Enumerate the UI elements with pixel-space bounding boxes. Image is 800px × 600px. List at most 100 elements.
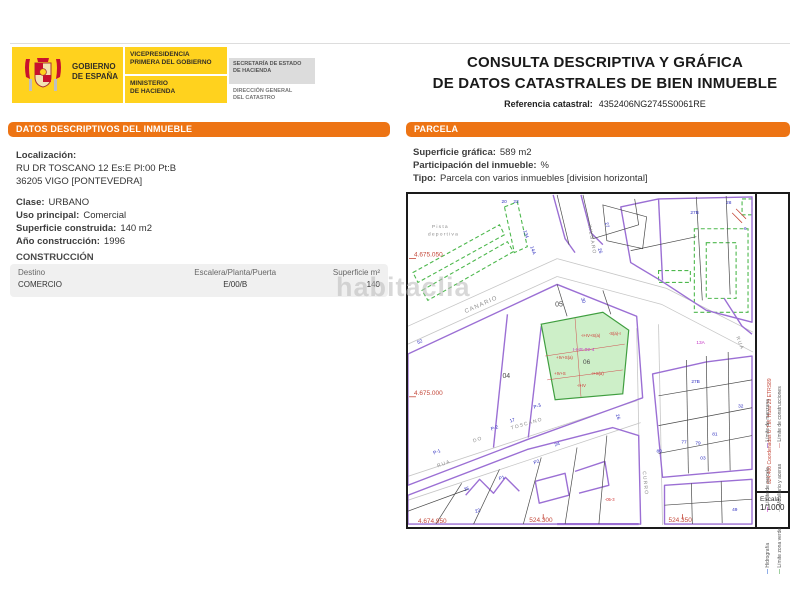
cadastral-map: CANARIOXILGARORUADOTOSCANOCURRORUAPistad… [408, 194, 753, 527]
map-label: 27 [603, 222, 610, 229]
legend-item: — Límite zona verde [777, 528, 783, 574]
map-label: 06 [583, 359, 591, 366]
map-label: 524.350 [668, 517, 692, 524]
legend-line-sample: — [765, 506, 771, 512]
legend-item-label: Límite de parcela [765, 467, 771, 505]
map-label: 79 [695, 441, 701, 447]
ministerio-line1: MINISTERIO [130, 80, 226, 88]
map-label: -I+S(a) [591, 371, 604, 376]
field-row: Superficie gráfica: 589 m2 [413, 146, 648, 159]
map-label: 26 [614, 413, 621, 420]
field-label: Superficie construida: [16, 223, 116, 234]
table-column-header: Superficie m² [308, 267, 380, 279]
direccion-line2: DEL CATASTRO [233, 95, 311, 102]
map-label: 52 [416, 338, 424, 346]
direccion-line1: DIRECCIÓN GENERAL [233, 88, 311, 95]
map-label: 30 [579, 297, 586, 304]
document-title: CONSULTA DESCRIPTIVA Y GRÁFICA DE DATOS … [420, 52, 790, 109]
legend-line-sample: — [777, 442, 783, 448]
legend-item-label: Hidrografía [765, 543, 771, 568]
field-label: Superficie gráfica: [413, 147, 496, 158]
field-label: Año construcción: [16, 236, 100, 247]
map-label: 4.675.050 [414, 252, 443, 259]
field-label: Clase: [16, 197, 45, 208]
map-label: CURRO [641, 471, 649, 496]
map-label: 6 [744, 226, 747, 232]
map-label: P-2 [490, 424, 499, 432]
vicepresidencia-line1: VICEPRESIDENCIA [130, 51, 226, 59]
ministerio-block: VICEPRESIDENCIA PRIMERA DEL GOBIERNO MIN… [130, 51, 226, 96]
map-label: 13A [696, 340, 705, 346]
secretaria-box: SECRETARÍA DE ESTADO DE HACIENDA [229, 58, 315, 84]
field-row: Superficie construida: 140 m2 [16, 222, 152, 235]
legend-line-sample: — [765, 568, 771, 574]
field-value: Comercial [83, 210, 126, 221]
localizacion-block: Localización: RU DR TOSCANO 12 Es:E Pl:0… [16, 149, 176, 188]
map-label: 4.674.950 [418, 518, 447, 525]
map-label: 23 [513, 199, 519, 205]
map-label: 20 [501, 199, 507, 205]
legend-item: — Límite de construcciones [777, 386, 783, 448]
map-label: 17 [509, 417, 516, 425]
section-bar-parcela: PARCELA [406, 122, 790, 137]
vicepresidencia-line2: PRIMERA DEL GOBIERNO [130, 59, 226, 67]
map-label: I-HS-02-4 [573, 347, 595, 353]
title-line2: DE DATOS CATASTRALES DE BIEN INMUEBLE [420, 73, 790, 94]
field-value: % [541, 160, 549, 171]
map-label: TOSCANO [510, 417, 543, 432]
address-line2: 36205 VIGO [PONTEVEDRA] [16, 175, 176, 188]
table-cell: COMERCIO [18, 279, 163, 291]
referencia-catastral: Referencia catastral:4352406NG2745S0061R… [420, 99, 790, 109]
map-label: DO [472, 435, 483, 444]
departamentos: SECRETARÍA DE ESTADO DE HACIENDA DIRECCI… [229, 58, 315, 102]
map-label: 05 [555, 301, 563, 308]
gobierno-text: GOBIERNO DE ESPAÑA [72, 62, 118, 82]
field-row: Participación del inmueble:% [413, 159, 648, 172]
address-line1: RU DR TOSCANO 12 Es:E Pl:00 Pt:B [16, 162, 176, 175]
gobierno-logo: GOBIERNO DE ESPAÑA VICEPRESIDENCIA PRIME… [12, 47, 227, 103]
referencia-value: 4352406NG2745S0061RE [599, 99, 706, 109]
section-bar-datos-descriptivos: DATOS DESCRIPTIVOS DEL INMUEBLE [8, 122, 390, 137]
field-row: Uso principal:Comercial [16, 209, 152, 222]
map-label: 524.300 [529, 517, 553, 524]
map-label: 14A [528, 245, 537, 256]
map-label: 26 [596, 247, 603, 254]
parcela-fields: Superficie gráfica:589 m2Participación d… [413, 146, 648, 185]
construccion-table-header: DestinoEscalera/Planta/PuertaSuperficie … [18, 267, 380, 279]
table-cell: E/00/B [163, 279, 308, 291]
secretaria-line1: SECRETARÍA DE ESTADO [233, 61, 311, 68]
field-value: 589 m2 [500, 147, 532, 158]
field-label: Tipo: [413, 173, 436, 184]
spain-coat-of-arms [22, 53, 64, 97]
map-label: 04 [502, 373, 510, 380]
map-label: P2 [533, 459, 541, 467]
field-value: URBANO [49, 197, 90, 208]
map-label: 22 [474, 507, 481, 515]
map-label: 25 [463, 486, 470, 494]
title-line1: CONSULTA DESCRIPTIVA Y GRÁFICA [420, 52, 790, 73]
map-label: 28 [726, 200, 732, 206]
table-cell: 140 [308, 279, 380, 291]
legend-item: — Límite de manzana [765, 399, 771, 448]
top-divider [10, 43, 790, 44]
map-label: -I+IV [577, 383, 586, 388]
map-label: Pista [432, 224, 449, 230]
legend-item: — Mobiliario y aceras [777, 464, 783, 512]
table-row: COMERCIOE/00/B140 [18, 279, 380, 291]
map-label: RUA [436, 459, 451, 469]
map-label: 4.675.000 [414, 390, 443, 397]
gobierno-line2: DE ESPAÑA [72, 72, 118, 82]
localizacion-label: Localización: [16, 149, 172, 162]
field-label: Participación del inmueble: [413, 160, 537, 171]
map-label: +IV+S(a) [556, 355, 573, 360]
map-label: 134 [521, 230, 529, 240]
field-value: 140 m2 [120, 223, 152, 234]
map-label: 27B [691, 379, 699, 385]
map-label: 32 [738, 404, 744, 410]
legend-item: — Límite de parcela [765, 467, 771, 512]
field-row: Clase: URBANO [16, 196, 152, 209]
field-value: 1996 [104, 236, 125, 247]
map-label: P1 [498, 474, 506, 482]
inmueble-fields: Clase: URBANOUso principal:ComercialSuper… [16, 196, 152, 248]
map-label: -I+IV+S(a) [581, 333, 601, 338]
